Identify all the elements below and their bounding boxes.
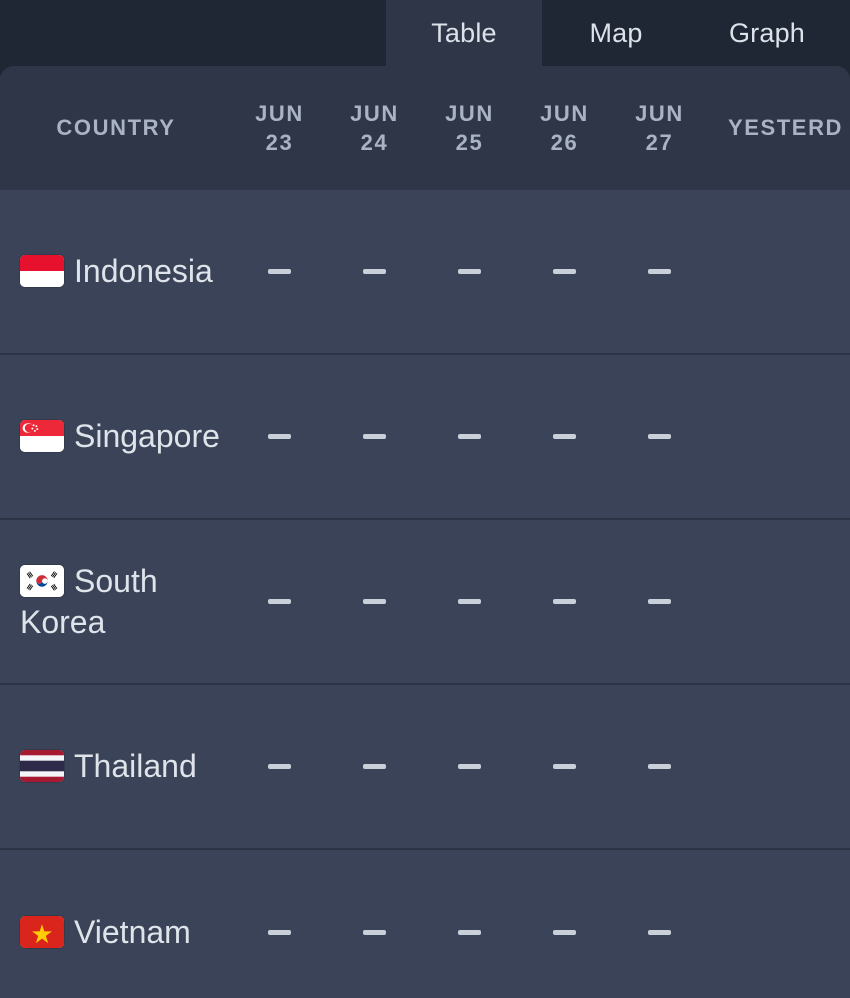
no-data-dash — [458, 764, 481, 769]
cell-jun-25 — [422, 764, 517, 769]
cell-jun-26 — [517, 764, 612, 769]
no-data-dash — [268, 764, 291, 769]
column-header-jun-24[interactable]: JUN 24 — [327, 99, 422, 158]
flag-vietnam-icon — [20, 916, 64, 949]
cell-jun-27 — [612, 930, 707, 935]
cell-jun-23 — [232, 269, 327, 274]
no-data-dash — [648, 599, 671, 604]
flag-indonesia-icon — [20, 255, 64, 288]
cell-jun-26 — [517, 269, 612, 274]
cell-jun-25 — [422, 269, 517, 274]
table-header-row: COUNTRY JUN 23 JUN 24 JUN 25 JUN 26 JUN … — [0, 66, 850, 190]
tab-map-label: Map — [589, 17, 643, 48]
no-data-dash — [458, 930, 481, 935]
no-data-dash — [363, 599, 386, 604]
country-name: Singapore — [74, 418, 220, 455]
table-row[interactable]: South Korea — [0, 520, 850, 685]
no-data-dash — [648, 269, 671, 274]
table-row[interactable]: Thailand — [0, 685, 850, 850]
cell-jun-25 — [422, 434, 517, 439]
cell-jun-24 — [327, 269, 422, 274]
no-data-dash — [648, 930, 671, 935]
cell-country: Thailand — [0, 746, 232, 787]
column-header-country[interactable]: COUNTRY — [0, 113, 232, 142]
cell-jun-27 — [612, 599, 707, 604]
no-data-dash — [363, 930, 386, 935]
cell-jun-23 — [232, 599, 327, 604]
no-data-dash — [648, 764, 671, 769]
cell-jun-27 — [612, 269, 707, 274]
column-header-jun-26[interactable]: JUN 26 — [517, 99, 612, 158]
column-header-jun-25[interactable]: JUN 25 — [422, 99, 517, 158]
no-data-dash — [553, 434, 576, 439]
no-data-dash — [553, 764, 576, 769]
flag-singapore-icon — [20, 420, 64, 453]
cell-jun-25 — [422, 599, 517, 604]
cell-jun-26 — [517, 599, 612, 604]
flag-south-korea-icon — [20, 564, 64, 597]
cell-country: Vietnam — [0, 912, 232, 953]
country-name: Thailand — [74, 748, 197, 785]
cell-jun-24 — [327, 930, 422, 935]
tab-graph[interactable]: Graph — [690, 0, 850, 66]
no-data-dash — [553, 930, 576, 935]
cell-jun-26 — [517, 434, 612, 439]
no-data-dash — [268, 930, 291, 935]
cell-jun-23 — [232, 930, 327, 935]
no-data-dash — [553, 599, 576, 604]
no-data-dash — [268, 599, 291, 604]
cell-jun-27 — [612, 764, 707, 769]
cell-jun-23 — [232, 434, 327, 439]
cell-jun-24 — [327, 434, 422, 439]
no-data-dash — [268, 434, 291, 439]
cell-country: Singapore — [0, 416, 232, 457]
no-data-dash — [648, 434, 671, 439]
column-header-jun-23[interactable]: JUN 23 — [232, 99, 327, 158]
cell-country: Indonesia — [0, 251, 232, 292]
cell-jun-27 — [612, 434, 707, 439]
country-data-table: COUNTRY JUN 23 JUN 24 JUN 25 JUN 26 JUN … — [0, 66, 850, 998]
no-data-dash — [458, 434, 481, 439]
cell-country: South Korea — [0, 561, 232, 643]
cell-jun-25 — [422, 930, 517, 935]
tab-map[interactable]: Map — [542, 0, 690, 66]
table-row[interactable]: Indonesia — [0, 190, 850, 355]
flag-thailand-icon — [20, 750, 64, 783]
no-data-dash — [363, 764, 386, 769]
no-data-dash — [553, 269, 576, 274]
cell-jun-23 — [232, 764, 327, 769]
cell-jun-26 — [517, 930, 612, 935]
country-name: Vietnam — [74, 914, 191, 951]
tab-graph-label: Graph — [728, 17, 806, 48]
column-header-jun-27[interactable]: JUN 27 — [612, 99, 707, 158]
view-tab-bar: Table Map Graph — [0, 0, 850, 66]
table-row[interactable]: Vietnam — [0, 850, 850, 998]
no-data-dash — [458, 269, 481, 274]
column-header-yesterday[interactable]: YESTERD — [707, 113, 850, 142]
table-row[interactable]: Singapore — [0, 355, 850, 520]
cell-jun-24 — [327, 764, 422, 769]
tab-table-label: Table — [431, 17, 497, 48]
no-data-dash — [363, 269, 386, 274]
no-data-dash — [268, 269, 291, 274]
no-data-dash — [458, 599, 481, 604]
tab-table[interactable]: Table — [386, 0, 542, 66]
no-data-dash — [363, 434, 386, 439]
country-name: Indonesia — [74, 253, 213, 290]
cell-jun-24 — [327, 599, 422, 604]
